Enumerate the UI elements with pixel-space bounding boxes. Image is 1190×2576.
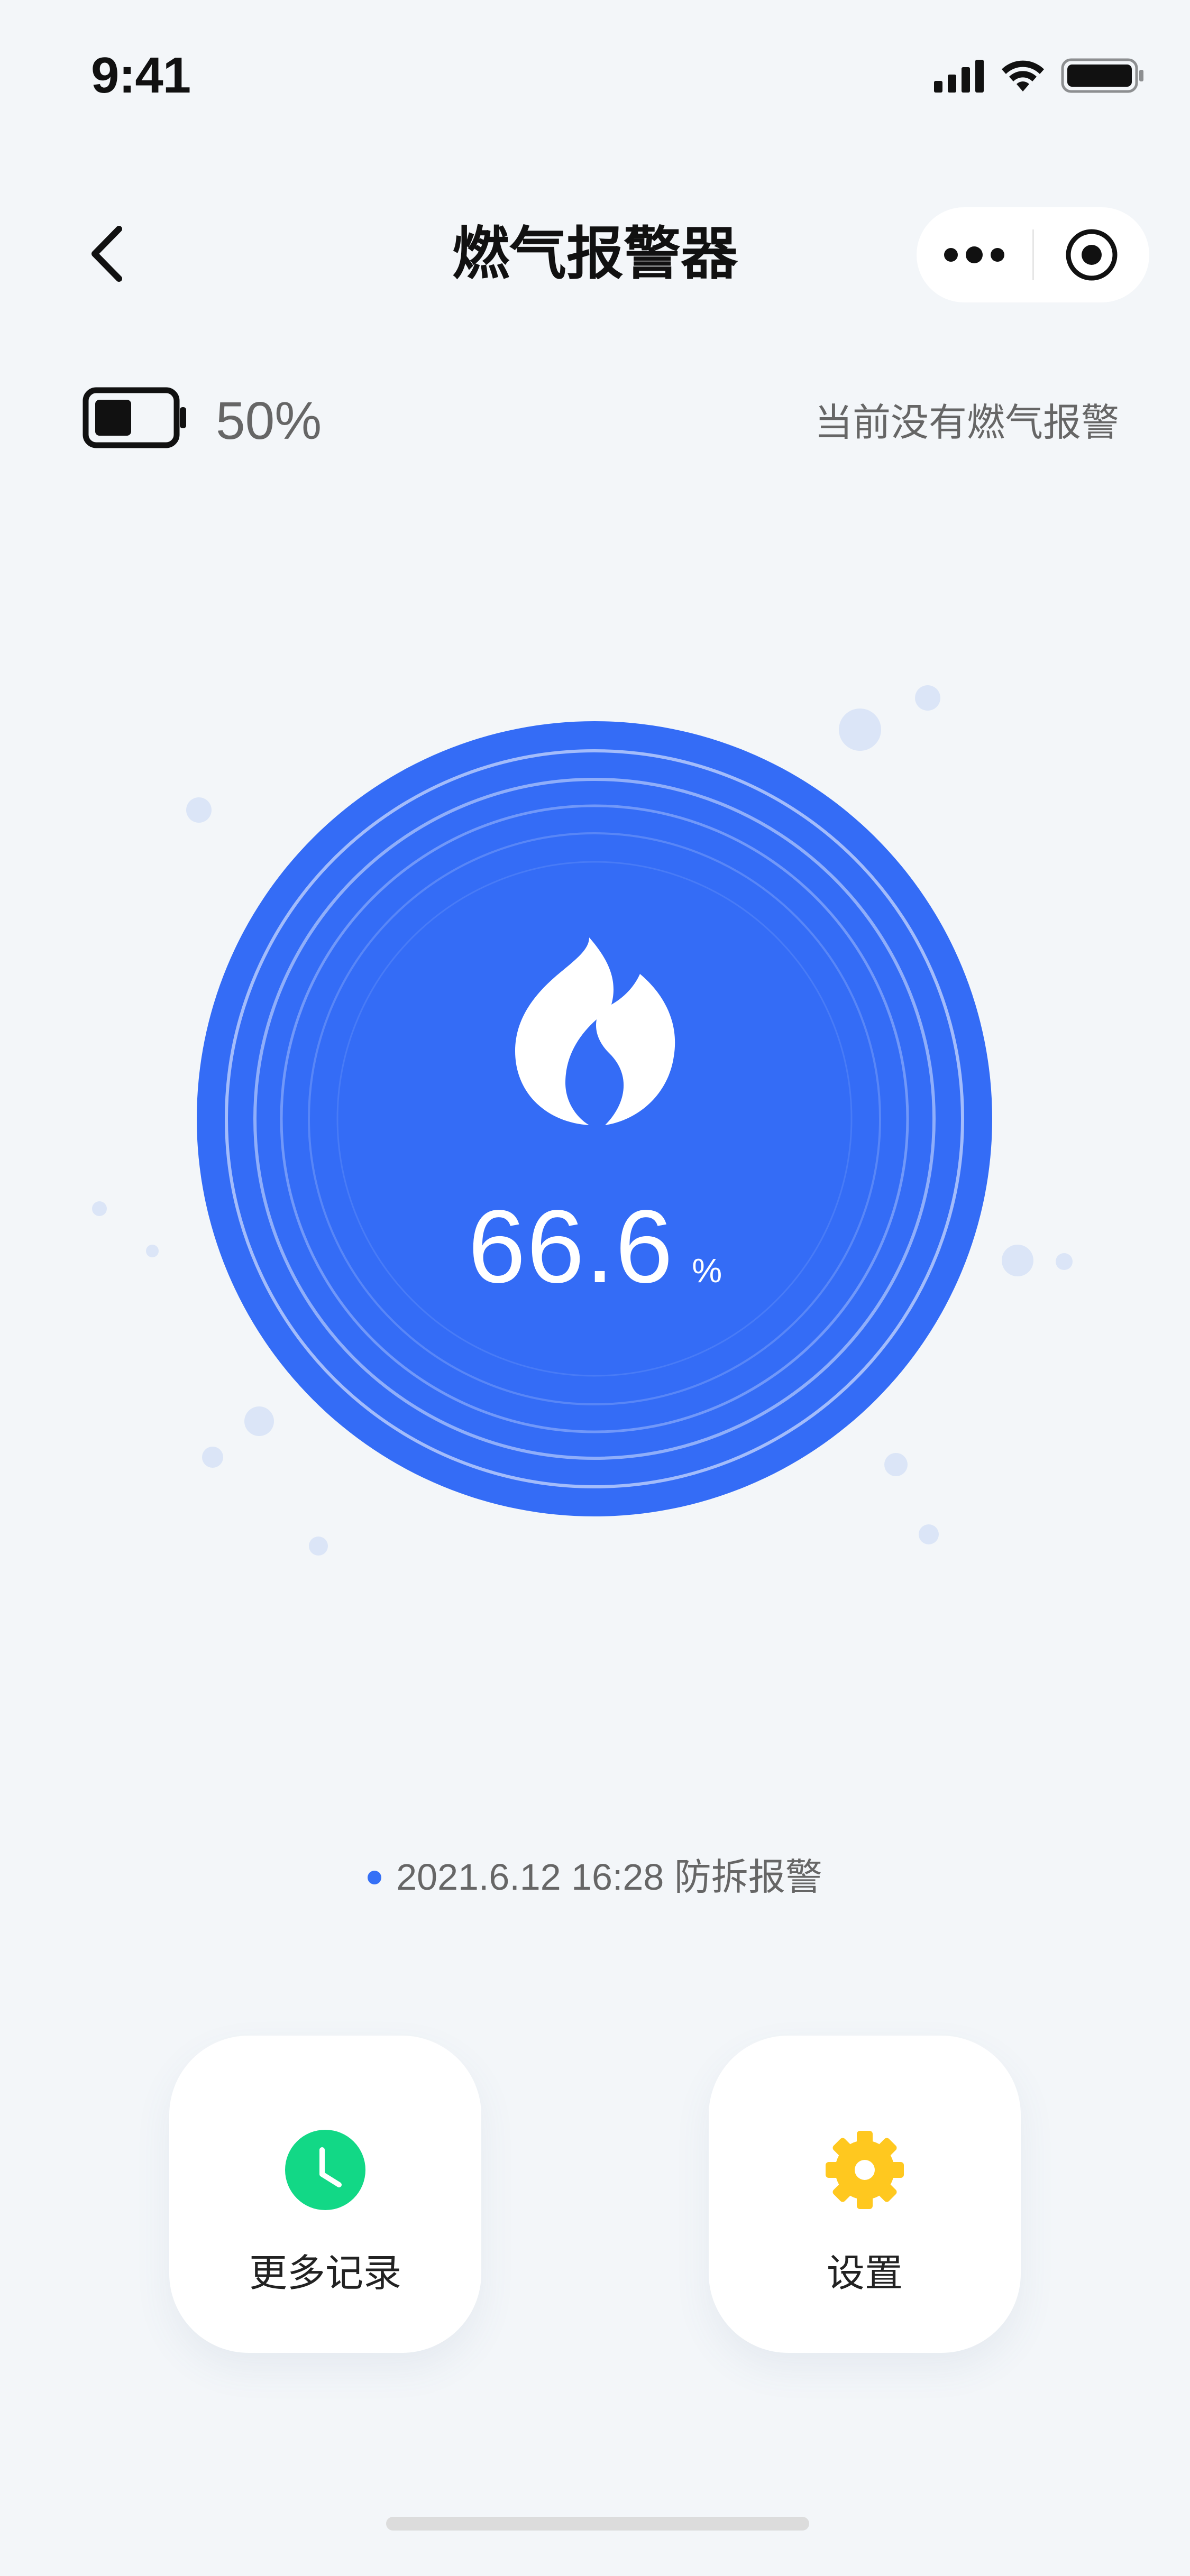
gas-reading-value: 66.6 bbox=[468, 1189, 674, 1304]
gear-icon bbox=[825, 2130, 905, 2213]
settings-button[interactable]: 设置 bbox=[709, 2036, 1021, 2353]
wifi-icon bbox=[1002, 60, 1044, 91]
battery-icon bbox=[83, 387, 188, 453]
gas-reading: 66.6% bbox=[0, 1189, 1190, 1305]
status-time: 9:41 bbox=[91, 47, 191, 104]
more-dots-icon bbox=[944, 246, 1005, 263]
battery-percentage: 50% bbox=[216, 391, 322, 450]
latest-record: 2021.6.12 16:28 防拆报警 bbox=[0, 1851, 1190, 1903]
target-circle-icon bbox=[1066, 229, 1118, 281]
gauge-disc bbox=[197, 721, 992, 1516]
more-records-label: 更多记录 bbox=[249, 2252, 401, 2295]
record-dot bbox=[368, 1870, 382, 1884]
gas-reading-unit: % bbox=[692, 1252, 722, 1290]
mini-program-capsule bbox=[917, 207, 1149, 302]
status-icons bbox=[934, 57, 1146, 94]
more-records-button[interactable]: 更多记录 bbox=[169, 2036, 481, 2353]
alarm-status-text: 当前没有燃气报警 bbox=[814, 402, 1119, 444]
clock-icon bbox=[285, 2130, 365, 2213]
settings-label: 设置 bbox=[826, 2252, 903, 2295]
latest-record-text: 2021.6.12 16:28 防拆报警 bbox=[396, 1856, 822, 1898]
more-button[interactable] bbox=[917, 207, 1032, 302]
battery-status-icon bbox=[1061, 58, 1143, 93]
close-program-button[interactable] bbox=[1034, 207, 1150, 302]
gas-concentration-gauge bbox=[197, 721, 992, 1516]
cellular-signal-icon bbox=[934, 60, 984, 93]
home-indicator[interactable] bbox=[386, 2517, 809, 2531]
